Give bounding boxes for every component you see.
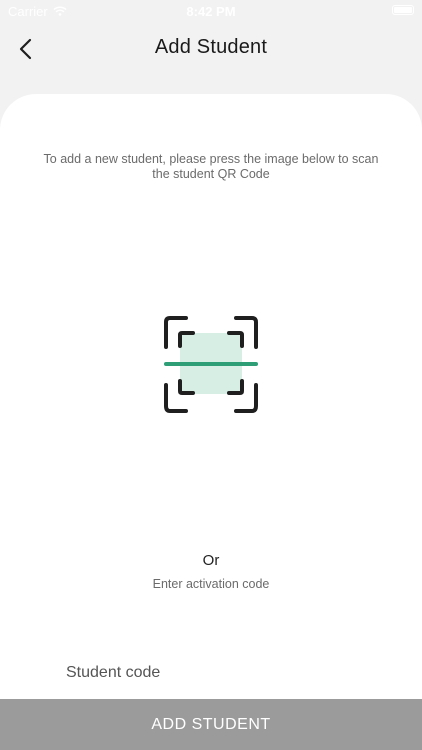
battery-icon — [392, 5, 414, 15]
or-divider-label: Or — [202, 552, 220, 569]
status-bar: Carrier 8:42 PM — [0, 0, 422, 22]
battery-level — [394, 7, 412, 13]
student-code-input[interactable] — [64, 658, 368, 688]
status-time: 8:42 PM — [186, 4, 236, 19]
activation-code-hint: Enter activation code — [152, 577, 270, 591]
scan-qr-button[interactable] — [158, 314, 264, 418]
content-card: To add a new student, please press the i… — [0, 94, 422, 750]
navigation-bar: Add Student — [0, 22, 422, 76]
qr-scan-icon — [164, 316, 258, 413]
add-student-button[interactable]: ADD STUDENT — [0, 699, 422, 750]
page-title: Add Student — [154, 36, 268, 58]
scan-instructions: To add a new student, please press the i… — [43, 152, 379, 181]
